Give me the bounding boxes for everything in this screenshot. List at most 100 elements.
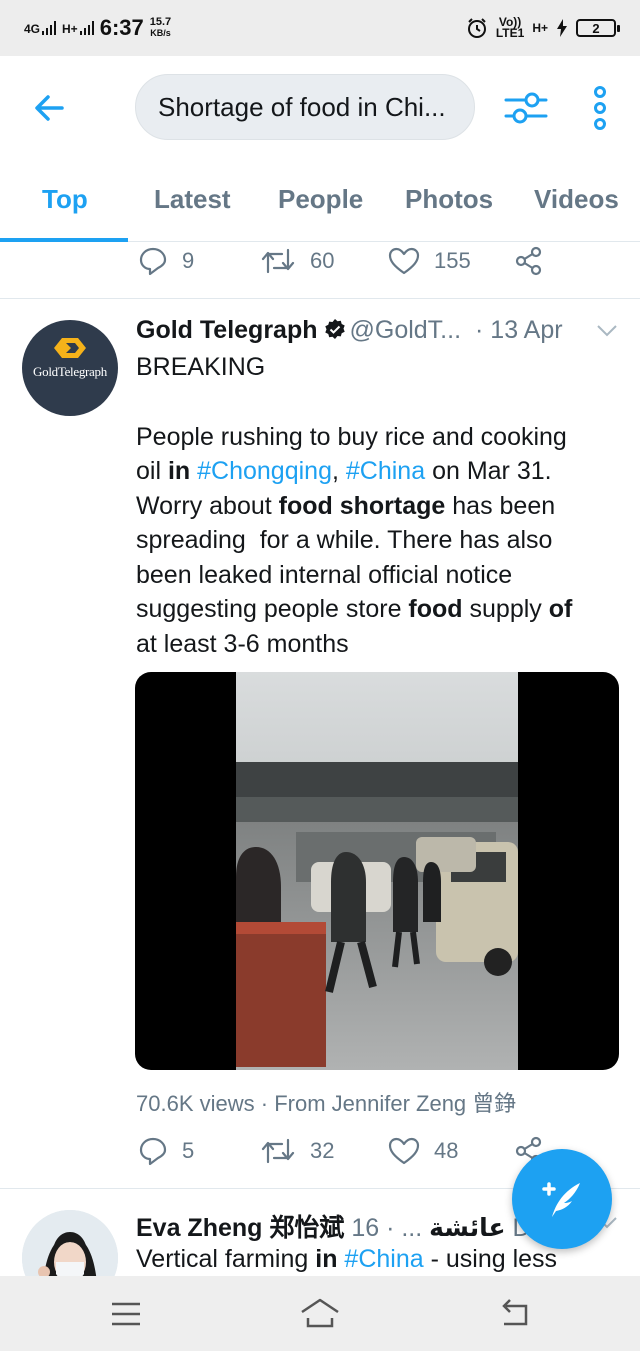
verified-icon <box>324 319 345 339</box>
reply-button[interactable]: 5 <box>138 1136 194 1166</box>
divider <box>0 298 640 299</box>
chevron-down-icon[interactable] <box>596 324 618 338</box>
tweet-text-span: oil <box>136 457 168 485</box>
avatar-logo-text: GoldTelegraph <box>33 364 107 379</box>
tweet-date: · 13 Apr <box>475 316 563 344</box>
tweet-line: People rushing to buy rice and cooking <box>136 422 567 451</box>
tweet-text-span: suggesting people store <box>136 595 409 623</box>
tweet-text-span: Worry about <box>136 491 279 520</box>
hashtag-link[interactable]: #China <box>344 1245 423 1273</box>
avatar[interactable]: GoldTelegraph <box>22 320 118 416</box>
video-still-image <box>236 672 518 1070</box>
compose-icon <box>542 1182 580 1217</box>
battery-indicator: 2 <box>576 19 620 37</box>
compose-button[interactable] <box>512 1149 612 1249</box>
volte-indicator: Vo)) LTE1 <box>496 16 524 39</box>
alarm-icon <box>467 18 486 38</box>
charging-icon <box>557 19 567 37</box>
tweet-header: Gold Telegraph @GoldT... · 13 Apr <box>136 316 563 345</box>
like-button[interactable]: 48 <box>388 1136 458 1166</box>
net-speed: 15.7 KB/s <box>150 17 171 39</box>
like-count: 48 <box>434 1138 459 1163</box>
like-button[interactable]: 155 <box>388 246 471 276</box>
tweet-text-span: - using less <box>423 1245 558 1273</box>
tweet-text-span: has been <box>445 491 556 520</box>
tweet-bold-span: food shortage <box>278 491 446 520</box>
retweet-icon <box>261 248 295 274</box>
hplus-indicator: H+ <box>532 21 548 35</box>
tweet-bold-span: of <box>548 595 573 623</box>
retweet-button[interactable]: 32 <box>260 1136 334 1166</box>
tweet-text-span: Vertical farming <box>136 1245 316 1273</box>
tweet-text: BREAKING People rushing to buy rice and … <box>136 350 616 661</box>
tweet-line: BREAKING <box>136 353 266 381</box>
signal-4g: 4G <box>24 21 57 36</box>
like-icon <box>388 1137 420 1165</box>
author-handle[interactable]: @GoldT... <box>350 316 462 344</box>
reply-icon <box>139 1137 167 1166</box>
search-tabs: Top Latest People Photos Videos <box>0 166 640 242</box>
back-arrow-icon[interactable] <box>28 86 72 130</box>
tab-top[interactable]: Top <box>42 184 88 215</box>
filter-icon[interactable] <box>502 84 550 132</box>
status-bar: 4G H+ 6:37 15.7 KB/s Vo)) LTE1 H+ 2 <box>0 0 640 56</box>
share-icon <box>515 246 542 276</box>
retweet-button[interactable]: 60 <box>260 246 334 276</box>
active-tab-indicator <box>0 238 128 242</box>
search-header: Shortage of food in Chi... <box>0 56 640 166</box>
tweet-line: at least 3-6 months <box>136 629 349 658</box>
signal-hplus: H+ <box>62 21 94 35</box>
reply-count: 9 <box>182 248 195 273</box>
retweet-count: 32 <box>310 1138 335 1163</box>
views-separator: · <box>260 1091 275 1116</box>
menu-icon[interactable] <box>106 1294 146 1334</box>
search-query: Shortage of food in Chi... <box>158 91 446 122</box>
tweet-line: oil in #Chongqing, #China on Mar 31. <box>136 454 616 489</box>
signal-bars-icon <box>79 21 94 35</box>
tab-latest[interactable]: Latest <box>154 184 231 215</box>
tweet-bold-span: in <box>167 457 191 485</box>
prev-tweet-actions: 9 60 155 <box>136 246 566 286</box>
reply-button[interactable]: 9 <box>138 246 194 276</box>
tweet-line: been leaked internal official notice <box>136 560 513 589</box>
clock: 6:37 <box>99 15 144 40</box>
hashtag-link[interactable]: #Chongqing <box>197 457 332 485</box>
tweet-text-span: supply <box>462 595 549 623</box>
tab-people[interactable]: People <box>278 184 363 215</box>
view-count: 70.6K views <box>136 1091 255 1116</box>
hashtag-link[interactable]: #China <box>346 457 425 485</box>
back-icon[interactable] <box>496 1294 536 1334</box>
video-frame <box>236 672 518 1070</box>
retweet-count: 60 <box>310 248 335 273</box>
like-icon <box>388 247 420 275</box>
author-name[interactable]: Eva Zheng 郑怡斌 عائشة <box>136 1214 506 1242</box>
author-name[interactable]: Gold Telegraph <box>136 316 318 344</box>
screen: 4G H+ 6:37 15.7 KB/s Vo)) LTE1 H+ 2 Shor… <box>0 0 640 1351</box>
tweet-text-span: , <box>331 457 346 485</box>
tweet-video[interactable] <box>135 672 619 1070</box>
share-button[interactable] <box>514 246 544 276</box>
retweet-icon <box>261 1138 295 1164</box>
signal-bars-icon <box>42 21 57 35</box>
system-nav-bar <box>0 1276 640 1351</box>
tweet-line: Worry about food shortage has been <box>136 489 616 524</box>
tweet-text: Vertical farming in #China - using less <box>136 1242 616 1277</box>
video-source[interactable]: From Jennifer Zeng 曾錚 <box>274 1091 516 1116</box>
tweet-header: Eva Zheng 郑怡斌 عائشة ... · 16 De <box>136 1208 545 1244</box>
like-count: 155 <box>434 248 471 273</box>
tweet-text-span: on Mar 31. <box>425 457 552 485</box>
tweet-actions: 5 32 48 <box>136 1136 566 1176</box>
network-hplus-label: H+ <box>62 22 78 36</box>
search-input[interactable]: Shortage of food in Chi... <box>135 74 475 140</box>
tab-photos[interactable]: Photos <box>405 184 493 215</box>
tweet-line: spreading for a while. There has also <box>136 526 553 554</box>
tab-videos[interactable]: Videos <box>534 184 619 215</box>
network-4g-label: 4G <box>24 22 41 36</box>
reply-icon <box>139 247 167 276</box>
tweet-bold-span: in <box>315 1245 338 1273</box>
home-icon[interactable] <box>300 1294 340 1334</box>
tweet-line: Vertical farming in #China - using less <box>136 1242 616 1277</box>
more-vertical-icon[interactable] <box>584 84 616 132</box>
reply-count: 5 <box>182 1138 195 1163</box>
